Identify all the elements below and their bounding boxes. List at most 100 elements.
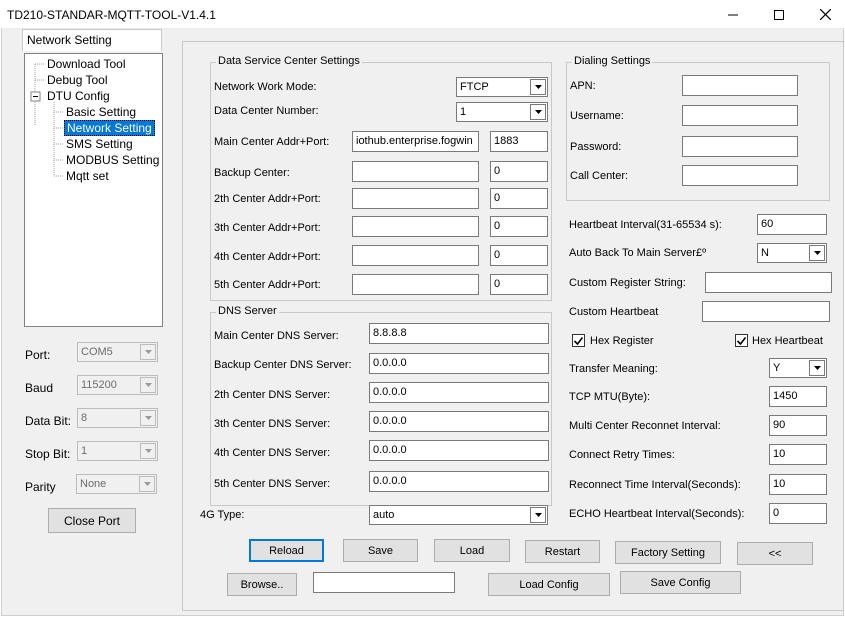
custom-register-label: Custom Register String:	[569, 277, 686, 289]
stopbit-select[interactable]: 1	[77, 441, 158, 461]
save-config-button[interactable]: Save Config	[620, 571, 741, 594]
backup-center-port-input[interactable]: 0	[490, 161, 548, 182]
tcp-mtu-input[interactable]: 1450	[769, 386, 827, 407]
center3-label: 3th Center Addr+Port:	[214, 222, 321, 234]
load-config-button[interactable]: Load Config	[488, 573, 610, 596]
back-button[interactable]: <<	[737, 542, 813, 565]
parity-select[interactable]: None	[76, 474, 157, 494]
reconnect-time-label: Reconnect Time Interval(Seconds):	[569, 479, 741, 491]
4g-type-select[interactable]: auto	[369, 505, 548, 525]
dns-main-input[interactable]: 8.8.8.8	[369, 323, 549, 344]
center4-port-input[interactable]: 0	[490, 245, 548, 266]
center5-port-input[interactable]: 0	[490, 274, 548, 295]
center-number-label: Data Center Number:	[214, 105, 319, 117]
center2-addr-input[interactable]	[352, 188, 479, 209]
tab-network-setting[interactable]: Network Setting	[22, 29, 162, 51]
transfer-meaning-select[interactable]: Y	[769, 358, 827, 378]
minimize-button[interactable]	[710, 0, 756, 29]
title-bar: TD210-STANDAR-MQTT-TOOL-V1.4.1	[0, 0, 845, 29]
restart-button[interactable]: Restart	[525, 540, 600, 563]
main-center-addr-input[interactable]: iothub.enterprise.fogwin	[352, 131, 479, 152]
custom-heartbeat-label: Custom Heartbeat	[569, 306, 659, 318]
checkmark-icon	[737, 336, 746, 345]
work-mode-select[interactable]: FTCP	[456, 77, 548, 97]
dns2-input[interactable]: 0.0.0.0	[369, 382, 549, 403]
retry-times-input[interactable]: 10	[769, 444, 827, 465]
client-area: Network Setting Download Tool Debug Tool…	[1, 29, 844, 616]
dns4-input[interactable]: 0.0.0.0	[369, 440, 549, 461]
center3-port-input[interactable]: 0	[490, 216, 548, 237]
apn-input[interactable]	[682, 75, 798, 96]
username-input[interactable]	[682, 105, 798, 126]
close-window-button[interactable]	[802, 0, 845, 29]
port-label: Port:	[25, 348, 51, 362]
tree-item-network-setting[interactable]: Network Setting	[64, 120, 155, 136]
dns-backup-input[interactable]: 0.0.0.0	[369, 353, 549, 374]
heartbeat-interval-input[interactable]: 60	[757, 214, 827, 235]
main-center-port-input[interactable]: 1883	[490, 131, 548, 152]
transfer-meaning-value: Y	[773, 362, 781, 374]
parity-value: None	[80, 478, 107, 490]
password-label: Password:	[570, 141, 622, 153]
dns5-input[interactable]: 0.0.0.0	[369, 471, 549, 492]
call-center-input[interactable]	[682, 165, 798, 186]
custom-heartbeat-input[interactable]	[702, 301, 830, 322]
stopbit-value: 1	[81, 445, 88, 457]
hex-heartbeat-checkbox[interactable]	[735, 334, 748, 347]
dns-backup-label: Backup Center DNS Server:	[214, 359, 352, 371]
config-path-input[interactable]	[313, 572, 455, 593]
chevron-down-icon	[140, 344, 156, 360]
dns2-label: 2th Center DNS Server:	[214, 389, 331, 401]
chevron-down-icon	[140, 410, 156, 426]
center-number-value: 1	[460, 106, 467, 118]
tree-item-mqtt-set[interactable]: Mqtt set	[66, 169, 109, 183]
factory-setting-button[interactable]: Factory Setting	[615, 541, 721, 564]
databit-select[interactable]: 8	[77, 408, 158, 428]
tree-item-debug-tool[interactable]: Debug Tool	[47, 73, 108, 87]
reload-button[interactable]: Reload	[249, 539, 324, 562]
transfer-meaning-label: Transfer Meaning:	[569, 363, 658, 375]
network-setting-panel: Data Service Center Settings Network Wor…	[182, 41, 844, 611]
maximize-icon	[774, 9, 784, 20]
echo-heartbeat-input[interactable]: 0	[769, 503, 827, 524]
center2-label: 2th Center Addr+Port:	[214, 193, 321, 205]
port-value: COM5	[81, 346, 113, 358]
browse-button[interactable]: Browse..	[227, 573, 297, 596]
apn-label: APN:	[570, 80, 596, 92]
tree-item-sms-setting[interactable]: SMS Setting	[66, 137, 133, 151]
tree-item-dtu-config[interactable]: DTU Config	[47, 89, 110, 103]
hex-register-checkbox[interactable]	[572, 334, 585, 347]
password-input[interactable]	[682, 136, 798, 157]
baud-select[interactable]: 115200	[77, 375, 158, 395]
auto-back-select[interactable]: N	[757, 243, 827, 263]
center4-label: 4th Center Addr+Port:	[214, 251, 321, 263]
multi-reconnect-input[interactable]: 90	[769, 415, 827, 436]
center2-port-input[interactable]: 0	[490, 188, 548, 209]
load-button[interactable]: Load	[434, 539, 510, 562]
databit-label: Data Bit:	[25, 414, 72, 428]
center4-addr-input[interactable]	[352, 245, 479, 266]
close-port-button[interactable]: Close Port	[48, 508, 136, 533]
tree-item-download-tool[interactable]: Download Tool	[47, 57, 126, 71]
center3-addr-input[interactable]	[352, 216, 479, 237]
dns3-input[interactable]: 0.0.0.0	[369, 411, 549, 432]
backup-center-addr-input[interactable]	[352, 161, 479, 182]
4g-type-label: 4G Type:	[200, 509, 245, 521]
custom-register-input[interactable]	[705, 272, 832, 293]
port-select[interactable]: COM5	[77, 342, 158, 362]
hex-register-label: Hex Register	[590, 335, 654, 347]
tree-item-basic-setting[interactable]: Basic Setting	[66, 105, 136, 119]
center-number-select[interactable]: 1	[456, 102, 548, 122]
stopbit-label: Stop Bit:	[25, 447, 71, 461]
maximize-button[interactable]	[756, 0, 802, 29]
parity-label: Parity	[25, 480, 56, 494]
tree-item-modbus-setting[interactable]: MODBUS Setting	[66, 153, 159, 167]
center5-addr-input[interactable]	[352, 274, 479, 295]
chevron-down-icon	[530, 507, 546, 523]
navigation-tree[interactable]: Download Tool Debug Tool DTU Config Basi…	[24, 53, 163, 327]
username-label: Username:	[570, 110, 624, 122]
reconnect-time-input[interactable]: 10	[769, 474, 827, 495]
center5-label: 5th Center Addr+Port:	[214, 279, 321, 291]
save-button[interactable]: Save	[343, 539, 418, 562]
chevron-down-icon	[809, 245, 825, 261]
